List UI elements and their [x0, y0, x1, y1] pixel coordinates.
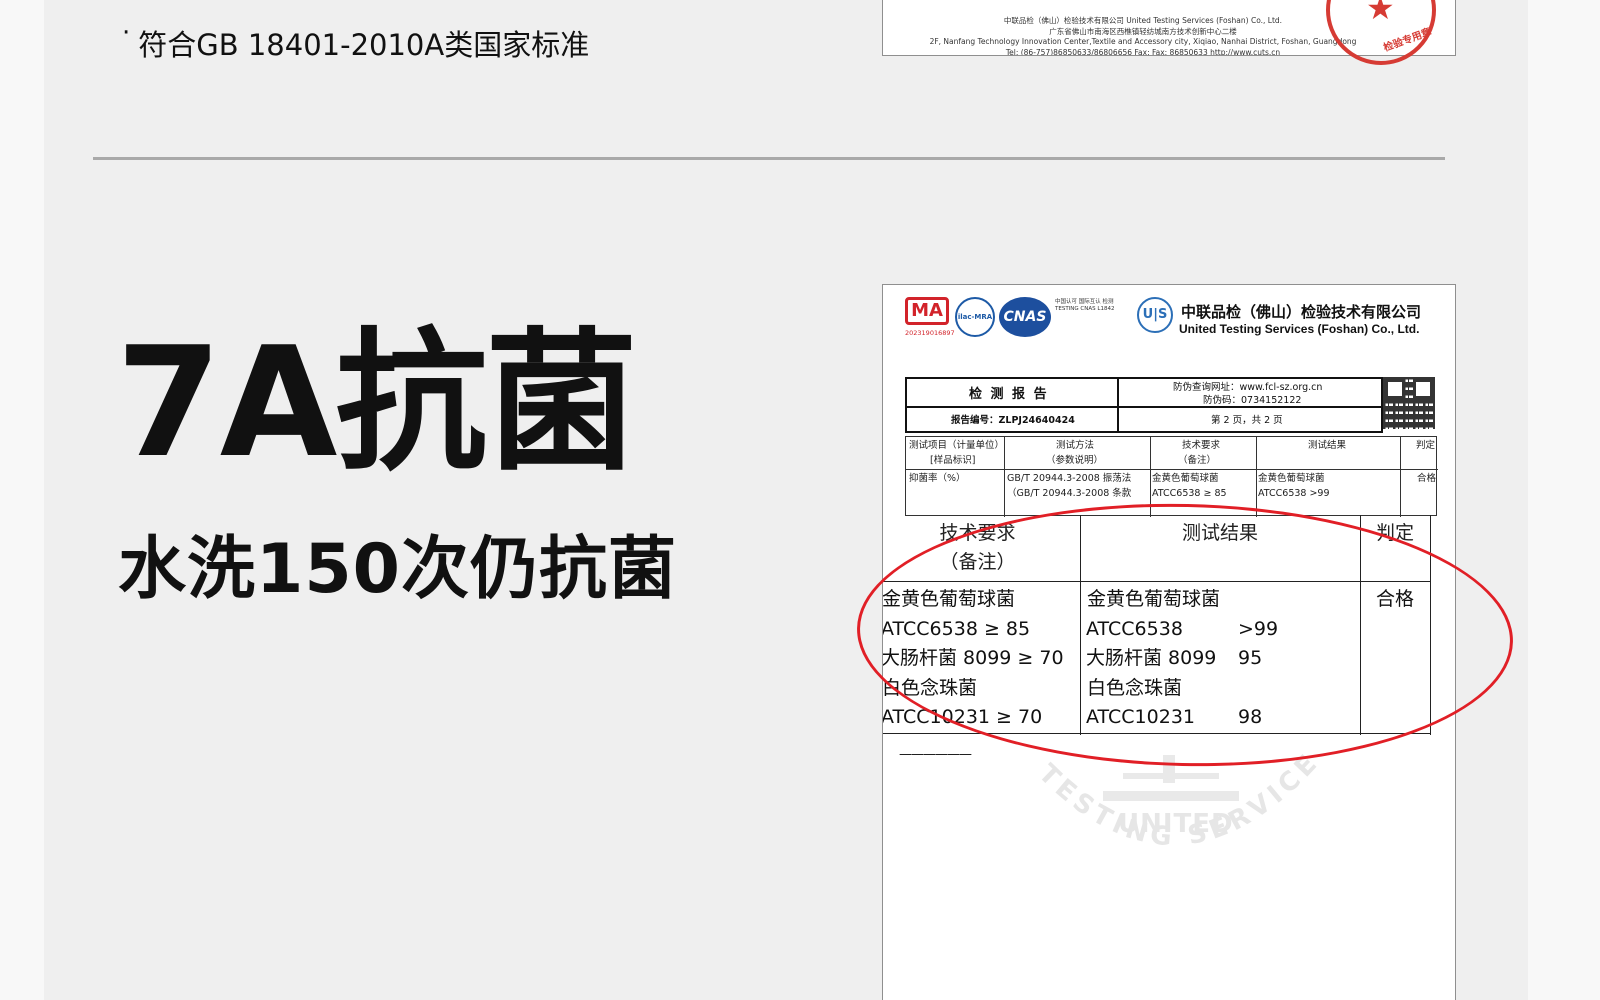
td-req-2: ATCC6538 ≥ 85 [1152, 488, 1227, 499]
td-method-1: GB/T 20944.3-2008 振荡法 [1007, 473, 1132, 484]
cma-number: 202319016897 [905, 329, 955, 337]
magnified-results-table: 技术要求 （备注） 测试结果 判定 荡法 条款 涤方 当于 金黄色葡萄球菌 AT… [882, 515, 1437, 735]
section-divider [93, 157, 1445, 160]
uts-watermark: UNITED TESTING SERVICES [1013, 735, 1333, 895]
left-margin [0, 0, 44, 1000]
report-header-box: 检 测 报 告 防伪查询网址：www.fcl-sz.org.cn 防伪码：073… [905, 377, 1383, 433]
td-req-1: 金黄色葡萄球菌 [1152, 473, 1219, 484]
report-top-line2: 广东省佛山市南海区西樵镇轻纺城南方技术创新中心二楼 [1049, 27, 1237, 36]
company-name-cn: 中联品检（佛山）检验技术有限公司 [1181, 303, 1422, 321]
td-result-1: 金黄色葡萄球菌 [1258, 473, 1325, 484]
report-title: 检 测 报 告 [969, 387, 1049, 402]
verify-code: 防伪码：0734152122 [1203, 395, 1302, 406]
zoom-header-requirement-note: （备注） [939, 551, 1016, 573]
report-top-line1: 中联品检（佛山）检验技术有限公司 United Testing Services… [1003, 16, 1283, 25]
zoom-row-line [883, 581, 1431, 583]
standard-text: 符合GB 18401-2010A类国家标准 [138, 28, 590, 62]
result-value: >99 [1238, 617, 1279, 640]
result-name: 白色念珠菌 [1087, 676, 1183, 699]
result-value: 98 [1238, 706, 1263, 728]
zoom-header-verdict: 判定 [1375, 522, 1414, 544]
td-item: 抑菌率（%） [909, 473, 966, 484]
requirement-line: 大肠杆菌 8099 ≥ 70 [882, 647, 1064, 669]
watermark-ring-label: TESTING SERVICES [1013, 735, 1321, 853]
th-item-sub: [样品标识] [930, 455, 976, 466]
seal-star-icon: ★ [1366, 0, 1395, 27]
zoom-header-requirement: 技术要求 [939, 522, 1016, 544]
bullet-dot: · [122, 18, 131, 48]
cma-logo: MA [905, 297, 949, 325]
th-item: 测试项目（计量单位） [909, 440, 1005, 451]
result-name: 大肠杆菌 8099 [1086, 647, 1217, 669]
zoom-header-result: 测试结果 [1181, 522, 1258, 544]
uts-logo: U|S [1137, 297, 1173, 333]
zoom-col-line [1360, 515, 1362, 735]
standard-compliance-line: · 符合GB 18401-2010A类国家标准 [122, 18, 590, 64]
verify-url: 防伪查询网址：www.fcl-sz.org.cn [1173, 382, 1323, 393]
th-method: 测试方法 [1056, 440, 1095, 451]
result-value: 95 [1238, 647, 1263, 669]
requirement-line: 白色念珠菌 [882, 676, 978, 699]
watermark-ring-text: TESTING SERVICES [1013, 735, 1326, 853]
row-line [906, 469, 1438, 470]
hero-subtitle: 水洗150次仍抗菌 [118, 530, 677, 609]
company-name-en: United Testing Services (Foshan) Co., Lt… [1179, 322, 1420, 336]
qr-code-icon [1383, 377, 1435, 429]
requirement-line: 金黄色葡萄球菌 [882, 588, 1016, 610]
td-verdict: 合格 [1417, 473, 1437, 484]
zoom-col-line [1080, 515, 1082, 735]
report-top-line3: 2F, Nanfang Technology Innovation Center… [929, 37, 1357, 46]
header-divider-v [1117, 379, 1119, 431]
page-indicator: 第 2 页，共 2 页 [1211, 415, 1283, 426]
right-margin [1528, 0, 1600, 1000]
col-line [1400, 437, 1401, 517]
verdict-value: 合格 [1376, 588, 1415, 610]
th-requirement-sub: （备注） [1178, 455, 1217, 466]
hero-title: 7A抗菌 [116, 314, 637, 491]
col-line [1004, 437, 1005, 517]
ilac-mra-logo: ilac-MRA [955, 297, 995, 337]
zoom-col-line [1430, 515, 1432, 735]
th-requirement: 技术要求 [1182, 440, 1221, 451]
td-result-2: ATCC6538 >99 [1258, 488, 1330, 499]
result-name: 金黄色葡萄球菌 [1087, 588, 1221, 610]
th-result: 测试结果 [1308, 440, 1347, 451]
test-report-document: MA 202319016897 ilac-MRA CNAS 中国认可 国际互认 … [882, 284, 1456, 1000]
end-dash-line: —————— [899, 747, 972, 762]
report-results-table: 测试项目（计量单位） [样品标识] 测试方法 （参数说明） 技术要求 （备注） … [905, 436, 1438, 517]
requirement-line: ATCC6538 ≥ 85 [882, 617, 1031, 640]
result-name: ATCC6538 [1086, 617, 1183, 640]
th-verdict: 判定 [1416, 440, 1436, 451]
result-name: ATCC10231 [1086, 706, 1195, 728]
report-top-line4: Tel: (86-757)86850633/86806656 Fax: Fax:… [1005, 48, 1281, 56]
td-method-2: （GB/T 20944.3-2008 条款 [1007, 488, 1132, 499]
header-divider-h [907, 406, 1381, 408]
certification-logos: MA 202319016897 ilac-MRA CNAS 中国认可 国际互认 … [905, 297, 1115, 337]
col-line [1256, 437, 1257, 517]
zoom-row-line [883, 733, 1431, 735]
cnas-logo: CNAS [999, 297, 1051, 337]
cnas-caption: 中国认可 国际互认 检测 TESTING CNAS L1842 [1055, 299, 1115, 312]
product-detail-canvas: · 符合GB 18401-2010A类国家标准 中联品检（佛山）检验技术有限公司 … [44, 0, 1528, 1000]
th-method-sub: （参数说明） [1046, 455, 1104, 466]
col-line [1150, 437, 1151, 517]
report-number: 报告编号：ZLPJ24640424 [951, 415, 1075, 426]
svg-text:TESTING SERVICES: TESTING SERVICES [1013, 735, 1326, 853]
requirement-line: ATCC10231 ≥ 70 [882, 706, 1043, 728]
